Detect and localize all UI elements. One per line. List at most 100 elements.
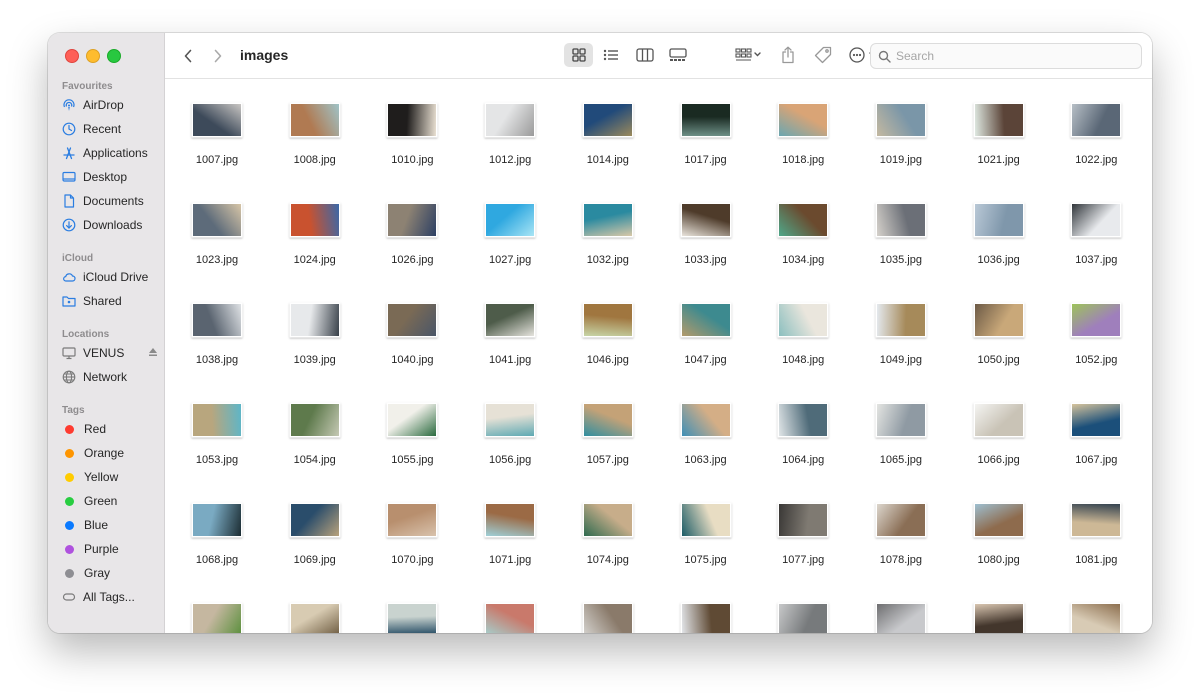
sidebar-item-applications[interactable]: Applications bbox=[62, 143, 148, 163]
file-item[interactable] bbox=[465, 579, 555, 633]
image-thumbnail[interactable] bbox=[974, 304, 1023, 336]
file-item[interactable]: 1019.jpg bbox=[856, 79, 946, 179]
search-input[interactable] bbox=[896, 49, 1126, 63]
image-thumbnail[interactable] bbox=[974, 604, 1023, 633]
file-item[interactable]: 1077.jpg bbox=[758, 479, 848, 579]
image-thumbnail[interactable] bbox=[486, 304, 535, 336]
file-item[interactable]: 1027.jpg bbox=[465, 179, 555, 279]
image-thumbnail[interactable] bbox=[388, 104, 437, 136]
image-thumbnail[interactable] bbox=[974, 204, 1023, 236]
sidebar-item-shared[interactable]: Shared bbox=[62, 291, 122, 311]
sidebar-item-airdrop[interactable]: AirDrop bbox=[62, 95, 124, 115]
sidebar-item-downloads[interactable]: Downloads bbox=[62, 215, 142, 235]
image-thumbnail[interactable] bbox=[193, 104, 241, 136]
file-item[interactable]: 1038.jpg bbox=[172, 279, 262, 379]
image-thumbnail[interactable] bbox=[779, 604, 828, 633]
sidebar-item-recent[interactable]: Recent bbox=[62, 119, 121, 139]
sidebar-item-network[interactable]: Network bbox=[62, 367, 127, 387]
tag-button[interactable] bbox=[811, 43, 835, 67]
sidebar-item-purple[interactable]: Purple bbox=[62, 539, 119, 559]
file-item[interactable]: 1068.jpg bbox=[172, 479, 262, 579]
image-thumbnail[interactable] bbox=[1072, 304, 1121, 336]
file-item[interactable]: 1053.jpg bbox=[172, 379, 262, 479]
file-item[interactable]: 1050.jpg bbox=[954, 279, 1044, 379]
image-thumbnail[interactable] bbox=[486, 104, 535, 136]
image-thumbnail[interactable] bbox=[583, 504, 632, 536]
image-thumbnail[interactable] bbox=[583, 204, 632, 236]
file-grid-area[interactable]: 1007.jpg 1008.jpg 1010.jpg 1012.jpg 1014.jpg… bbox=[165, 79, 1152, 633]
file-item[interactable]: 1014.jpg bbox=[563, 79, 653, 179]
minimize-button[interactable] bbox=[86, 49, 100, 63]
file-item[interactable]: 1018.jpg bbox=[758, 79, 848, 179]
file-item[interactable]: 1075.jpg bbox=[661, 479, 751, 579]
image-thumbnail[interactable] bbox=[876, 304, 925, 336]
file-item[interactable]: 1080.jpg bbox=[954, 479, 1044, 579]
file-item[interactable]: 1024.jpg bbox=[270, 179, 360, 279]
image-thumbnail[interactable] bbox=[974, 404, 1023, 436]
file-item[interactable] bbox=[661, 579, 751, 633]
image-thumbnail[interactable] bbox=[583, 104, 632, 136]
file-item[interactable]: 1070.jpg bbox=[367, 479, 457, 579]
file-item[interactable]: 1074.jpg bbox=[563, 479, 653, 579]
file-item[interactable]: 1021.jpg bbox=[954, 79, 1044, 179]
file-item[interactable]: 1040.jpg bbox=[367, 279, 457, 379]
image-thumbnail[interactable] bbox=[388, 504, 437, 536]
image-thumbnail[interactable] bbox=[779, 104, 828, 136]
file-item[interactable]: 1067.jpg bbox=[1051, 379, 1141, 479]
file-item[interactable]: 1017.jpg bbox=[661, 79, 751, 179]
forward-button[interactable] bbox=[207, 45, 229, 67]
image-thumbnail[interactable] bbox=[876, 604, 925, 633]
image-thumbnail[interactable] bbox=[779, 504, 828, 536]
file-item[interactable] bbox=[367, 579, 457, 633]
image-thumbnail[interactable] bbox=[1072, 204, 1121, 236]
file-item[interactable]: 1007.jpg bbox=[172, 79, 262, 179]
image-thumbnail[interactable] bbox=[876, 404, 925, 436]
file-item[interactable]: 1069.jpg bbox=[270, 479, 360, 579]
image-thumbnail[interactable] bbox=[1072, 504, 1121, 536]
sidebar-item-yellow[interactable]: Yellow bbox=[62, 467, 118, 487]
sidebar-item-orange[interactable]: Orange bbox=[62, 443, 124, 463]
image-thumbnail[interactable] bbox=[290, 504, 339, 536]
file-item[interactable]: 1066.jpg bbox=[954, 379, 1044, 479]
file-item[interactable]: 1064.jpg bbox=[758, 379, 848, 479]
file-item[interactable]: 1037.jpg bbox=[1051, 179, 1141, 279]
sidebar-item-green[interactable]: Green bbox=[62, 491, 117, 511]
image-thumbnail[interactable] bbox=[486, 604, 535, 633]
image-thumbnail[interactable] bbox=[681, 604, 730, 633]
file-item[interactable]: 1012.jpg bbox=[465, 79, 555, 179]
image-thumbnail[interactable] bbox=[193, 604, 241, 633]
column-view-button[interactable] bbox=[630, 43, 659, 67]
image-thumbnail[interactable] bbox=[290, 204, 339, 236]
image-thumbnail[interactable] bbox=[681, 104, 730, 136]
search-field[interactable] bbox=[870, 43, 1142, 69]
image-thumbnail[interactable] bbox=[290, 604, 339, 633]
file-item[interactable]: 1055.jpg bbox=[367, 379, 457, 479]
image-thumbnail[interactable] bbox=[974, 504, 1023, 536]
file-item[interactable]: 1026.jpg bbox=[367, 179, 457, 279]
image-thumbnail[interactable] bbox=[876, 204, 925, 236]
close-button[interactable] bbox=[65, 49, 79, 63]
image-thumbnail[interactable] bbox=[681, 304, 730, 336]
file-item[interactable] bbox=[954, 579, 1044, 633]
sidebar-item-all-tags[interactable]: All Tags... bbox=[62, 587, 135, 607]
file-item[interactable]: 1056.jpg bbox=[465, 379, 555, 479]
image-thumbnail[interactable] bbox=[876, 504, 925, 536]
image-thumbnail[interactable] bbox=[779, 304, 828, 336]
image-thumbnail[interactable] bbox=[388, 404, 437, 436]
file-item[interactable]: 1071.jpg bbox=[465, 479, 555, 579]
file-item[interactable]: 1033.jpg bbox=[661, 179, 751, 279]
file-item[interactable] bbox=[856, 579, 946, 633]
sidebar-item-red[interactable]: Red bbox=[62, 419, 106, 439]
file-item[interactable] bbox=[172, 579, 262, 633]
image-thumbnail[interactable] bbox=[290, 104, 339, 136]
image-thumbnail[interactable] bbox=[388, 304, 437, 336]
sidebar-item-venus[interactable]: VENUS bbox=[62, 343, 157, 363]
zoom-button[interactable] bbox=[107, 49, 121, 63]
image-thumbnail[interactable] bbox=[290, 404, 339, 436]
file-item[interactable]: 1047.jpg bbox=[661, 279, 751, 379]
back-button[interactable] bbox=[177, 45, 199, 67]
file-item[interactable] bbox=[563, 579, 653, 633]
gallery-view-button[interactable] bbox=[663, 43, 692, 67]
file-item[interactable]: 1010.jpg bbox=[367, 79, 457, 179]
image-thumbnail[interactable] bbox=[290, 304, 339, 336]
